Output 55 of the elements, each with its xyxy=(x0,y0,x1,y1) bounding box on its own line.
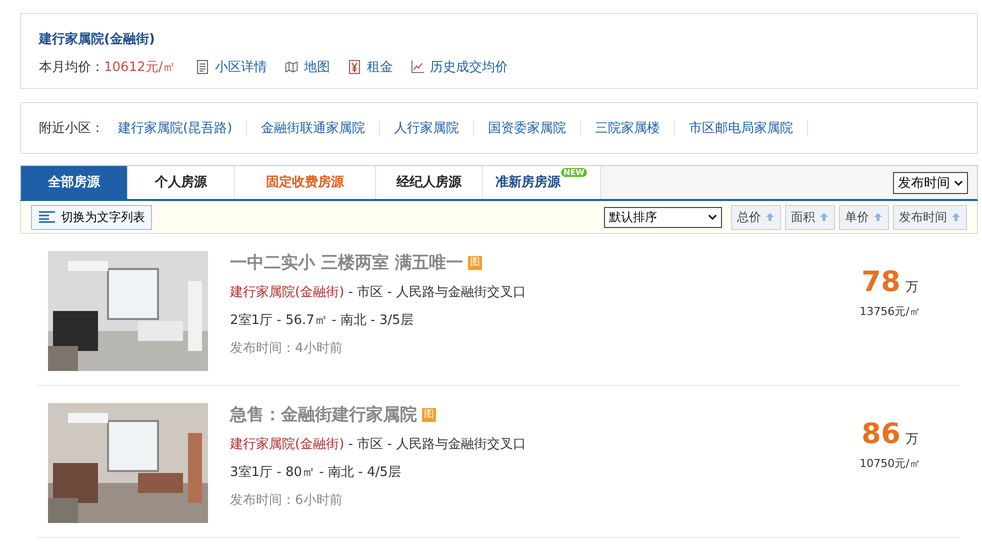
time-dropdown[interactable]: 发布时间 xyxy=(893,172,968,194)
chart-icon xyxy=(410,60,424,74)
map-icon xyxy=(284,60,298,74)
sort-button[interactable]: 面积 xyxy=(785,204,835,230)
new-badge: NEW xyxy=(560,168,588,177)
price-label: 本月均价： xyxy=(39,59,104,76)
listing-tab[interactable]: 个人房源 xyxy=(128,166,235,199)
price-unit: 万 xyxy=(905,280,918,295)
sort-button[interactable]: 发布时间 xyxy=(893,204,967,230)
posted-time: 发布时间：4小时前 xyxy=(230,340,344,357)
money-icon xyxy=(348,60,361,74)
switch-view-button[interactable]: 切换为文字列表 xyxy=(31,204,152,230)
price-unit: 万 xyxy=(905,432,918,447)
nearby-community-link[interactable]: 市区邮电局家属院 xyxy=(689,119,794,137)
unit-price: 13756元/㎡ xyxy=(858,304,922,319)
photo-badge: 图 xyxy=(422,408,436,422)
list-icon xyxy=(38,211,56,223)
nearby-community-link[interactable]: 人行家属院 xyxy=(394,119,460,137)
nearby-community-link[interactable]: 三院家属楼 xyxy=(595,119,660,137)
average-price: 10612元/㎡ xyxy=(104,59,176,76)
listing-details: 3室1厅 - 80㎡ - 南北 - 4/5层 xyxy=(230,464,402,481)
photo-badge: 图 xyxy=(468,256,482,270)
community-link[interactable]: 小区详情 xyxy=(214,58,267,76)
listing-tab[interactable]: 固定收费房源 xyxy=(235,166,376,199)
listing-title[interactable]: 一中二实小 三楼两室 满五唯一 xyxy=(230,251,463,274)
community-link[interactable]: 历史成交均价 xyxy=(430,58,508,76)
location-text: - 市区 - 人民路与金融街交叉口 xyxy=(347,285,526,300)
sort-button[interactable]: 单价 xyxy=(839,204,889,230)
arrow-up-icon xyxy=(765,212,775,222)
document-icon xyxy=(196,60,209,74)
listing-title[interactable]: 急售：金融街建行家属院 xyxy=(230,403,417,426)
chevron-down-icon xyxy=(954,180,963,186)
arrow-up-icon xyxy=(951,212,961,222)
community-link[interactable]: 建行家属院(金融街) xyxy=(39,30,959,48)
unit-price: 10750元/㎡ xyxy=(858,456,922,471)
nearby-community-link[interactable]: 金融街联通家属院 xyxy=(261,119,366,137)
nearby-community-link[interactable]: 建行家属院(昆吾路) xyxy=(118,119,232,137)
community-link[interactable]: 建行家属院(金融街) xyxy=(230,437,344,452)
listing-details: 2室1厅 - 56.7㎡ - 南北 - 3/5层 xyxy=(230,312,414,329)
listing-tab[interactable]: 全部房源 xyxy=(21,166,128,199)
location-text: - 市区 - 人民路与金融街交叉口 xyxy=(347,437,526,452)
sort-button[interactable]: 总价 xyxy=(731,204,781,230)
community-link[interactable]: 租金 xyxy=(366,58,393,76)
arrow-up-icon xyxy=(819,212,829,222)
chevron-down-icon xyxy=(708,214,717,220)
arrow-up-icon xyxy=(873,212,883,222)
listing-tab[interactable]: 经纪人房源 xyxy=(376,166,483,199)
nearby-community-link[interactable]: 国资委家属院 xyxy=(488,119,566,137)
posted-time: 发布时间：6小时前 xyxy=(230,492,344,509)
total-price: 86 xyxy=(862,417,900,450)
sort-dropdown[interactable]: 默认排序 xyxy=(604,206,722,228)
nearby-label: 附近小区： xyxy=(39,120,104,137)
community-link[interactable]: 建行家属院(金融街) xyxy=(230,285,344,300)
community-link[interactable]: 地图 xyxy=(304,58,330,76)
total-price: 78 xyxy=(862,265,900,298)
